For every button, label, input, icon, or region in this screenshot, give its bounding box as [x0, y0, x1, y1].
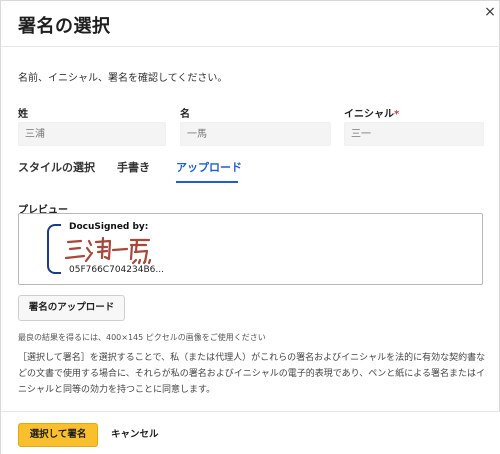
first-name-field[interactable] — [180, 122, 331, 146]
legal-consent-text: ［選択して署名］を選択することで、私（または代理人）がこれらの署名およびイニシャ… — [18, 353, 486, 395]
dialog-header: 署名の選択 × — [1, 1, 500, 47]
upload-signature-button[interactable]: 署名のアップロード — [18, 295, 125, 321]
signature-dialog: 署名の選択 × 名前、イニシャル、署名を確認してください。 姓 名 イニシャル*… — [0, 0, 500, 454]
instructions-text: 名前、イニシャル、署名を確認してください。 — [18, 73, 228, 84]
dialog-title: 署名の選択 — [18, 16, 111, 37]
select-and-sign-button[interactable]: 選択して署名 — [18, 423, 98, 447]
initials-label-text: イニシャル — [344, 109, 394, 120]
required-marker: * — [394, 109, 400, 120]
dialog-footer: 選択して署名 キャンセル — [1, 411, 500, 454]
last-name-field[interactable] — [18, 122, 166, 146]
handwritten-signature-image — [65, 236, 152, 265]
close-icon[interactable]: × — [483, 5, 497, 19]
tab-select-style[interactable]: スタイルの選択 — [18, 159, 95, 175]
image-size-hint: 最良の結果を得るには、400×145 ピクセルの画像をご使用ください — [18, 333, 266, 342]
initials-label: イニシャル* — [344, 105, 399, 120]
docusigned-by-label: DocuSigned by: — [69, 222, 149, 232]
last-name-label: 姓 — [18, 109, 28, 120]
tab-draw[interactable]: 手書き — [117, 159, 150, 175]
first-name-label: 名 — [180, 109, 190, 120]
signature-preview: DocuSigned by: 05F766C704234B6... — [18, 213, 483, 285]
envelope-id: 05F766C704234B6... — [69, 265, 164, 275]
docusign-bracket — [47, 224, 61, 274]
tab-upload[interactable]: アップロード — [176, 159, 242, 175]
cancel-button[interactable]: キャンセル — [111, 423, 159, 447]
active-tab-indicator — [176, 181, 238, 183]
initials-field[interactable] — [344, 122, 484, 146]
